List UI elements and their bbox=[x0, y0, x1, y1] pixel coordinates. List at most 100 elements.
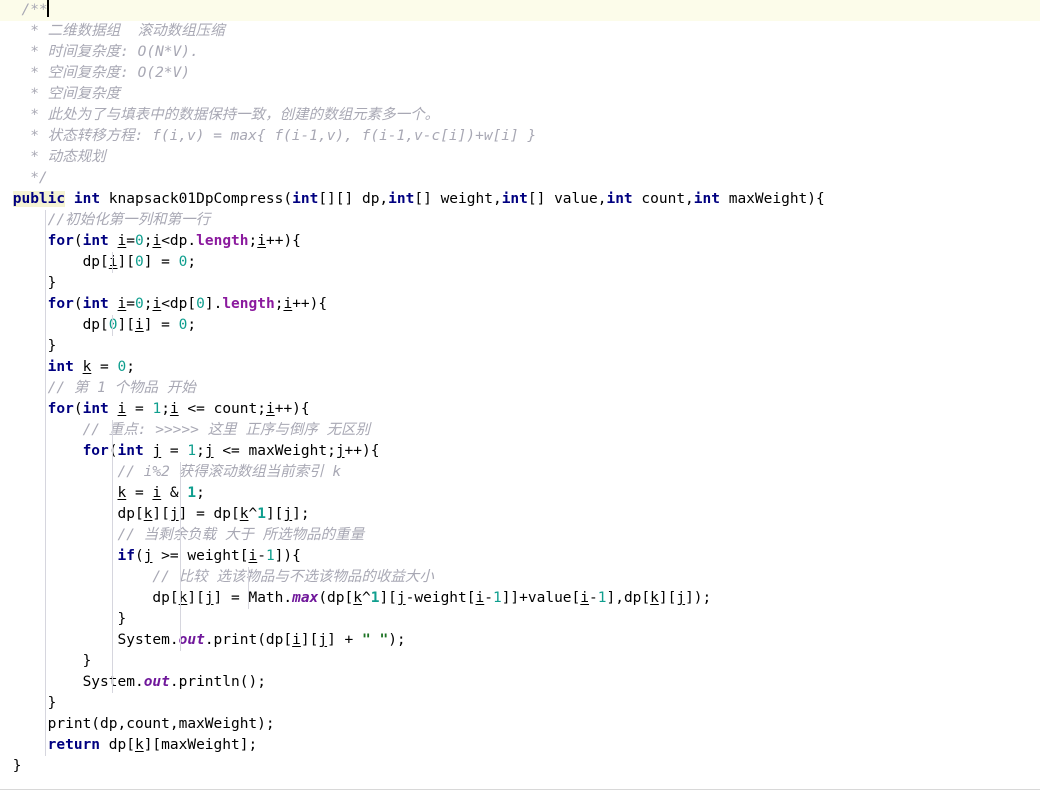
indent-guide bbox=[112, 504, 113, 525]
indent-guide bbox=[45, 210, 46, 231]
code-line[interactable]: for(int i = 1;i <= count;i++){ bbox=[0, 399, 1040, 420]
indent-guide bbox=[45, 567, 46, 588]
code-line[interactable]: * 此处为了与填表中的数据保持一致，创建的数组元素多一个。 bbox=[0, 105, 1040, 126]
code-line[interactable]: // 比较 选该物品与不选该物品的收益大小 bbox=[0, 567, 1040, 588]
indent-guide bbox=[45, 609, 46, 630]
code-line[interactable]: } bbox=[0, 273, 1040, 294]
code-line[interactable]: // i%2 获得滚动数组当前索引 k bbox=[0, 462, 1040, 483]
code-line[interactable]: * 二维数据组 滚动数组压缩 bbox=[0, 21, 1040, 42]
code-line[interactable]: if(j >= weight[i-1]){ bbox=[0, 546, 1040, 567]
indent-guide bbox=[180, 630, 181, 651]
token-comment: * 动态规划 bbox=[4, 149, 106, 165]
indent-guide bbox=[45, 420, 46, 441]
code-line[interactable]: * 状态转移方程: f(i,v) = max{ f(i-1,v), f(i-1,… bbox=[0, 126, 1040, 147]
code-line-method-signature[interactable]: public int knapsack01DpCompress(int[][] … bbox=[0, 189, 1040, 210]
indent-guide bbox=[112, 252, 113, 273]
code-line[interactable]: for(int i=0;i<dp.length;i++){ bbox=[0, 231, 1040, 252]
indent-guide bbox=[180, 588, 181, 609]
indent-guide bbox=[45, 672, 46, 693]
indent-guide bbox=[45, 441, 46, 462]
token-comment: // 当剩余负载 大于 所选物品的重量 bbox=[4, 527, 365, 543]
code-line[interactable]: return dp[k][maxWeight]; bbox=[0, 735, 1040, 756]
indent-guide bbox=[112, 546, 113, 567]
code-line[interactable]: dp[k][j] = dp[k^1][j]; bbox=[0, 504, 1040, 525]
token-method-name: knapsack01DpCompress( bbox=[100, 191, 293, 207]
code-line[interactable]: dp[0][i] = 0; bbox=[0, 315, 1040, 336]
token-keyword-public: public bbox=[12, 191, 66, 207]
code-line[interactable]: * 时间复杂度: O(N*V). bbox=[0, 42, 1040, 63]
token-comment: * 状态转移方程: f(i,v) = max{ f(i-1,v), f(i-1,… bbox=[4, 128, 537, 144]
indent-guide bbox=[112, 462, 113, 483]
token-keyword-for: for bbox=[47, 296, 74, 312]
token-comment: // i%2 获得滚动数组当前索引 k bbox=[4, 464, 342, 480]
code-line[interactable]: * 空间复杂度: O(2*V) bbox=[0, 63, 1040, 84]
code-line[interactable]: print(dp,count,maxWeight); bbox=[0, 714, 1040, 735]
token-string-literal: " " bbox=[361, 632, 389, 648]
code-line[interactable]: //初始化第一列和第一行 bbox=[0, 210, 1040, 231]
token-field-length: length bbox=[196, 233, 249, 249]
code-line[interactable]: int k = 0; bbox=[0, 357, 1040, 378]
token-comment: // 重点: >>>>> 这里 正序与倒序 无区别 bbox=[4, 422, 371, 438]
token-keyword-for: for bbox=[82, 443, 109, 459]
indent-guide bbox=[45, 399, 46, 420]
token-static-field-out: out bbox=[178, 632, 205, 648]
code-line[interactable]: } bbox=[0, 756, 1040, 777]
indent-guide bbox=[45, 588, 46, 609]
token-static-field-out: out bbox=[143, 674, 170, 690]
indent-guide bbox=[45, 462, 46, 483]
code-line[interactable]: dp[k][j] = Math.max(dp[k^1][j-weight[i-1… bbox=[0, 588, 1040, 609]
indent-guide bbox=[112, 483, 113, 504]
code-line[interactable]: // 当剩余负载 大于 所选物品的重量 bbox=[0, 525, 1040, 546]
indent-guide bbox=[180, 609, 181, 630]
token-comment: * 空间复杂度 bbox=[4, 86, 121, 102]
indent-guide bbox=[45, 336, 46, 357]
indent-guide bbox=[45, 357, 46, 378]
token-keyword-for: for bbox=[47, 233, 74, 249]
code-line[interactable]: } bbox=[0, 651, 1040, 672]
code-line[interactable]: dp[i][0] = 0; bbox=[0, 252, 1040, 273]
code-line[interactable]: * 动态规划 bbox=[0, 147, 1040, 168]
indent-guide bbox=[112, 315, 113, 336]
indent-guide bbox=[112, 567, 113, 588]
indent-guide bbox=[180, 483, 181, 504]
indent-guide bbox=[112, 609, 113, 630]
indent-guide bbox=[45, 252, 46, 273]
indent-guide bbox=[248, 567, 249, 588]
indent-guide bbox=[45, 231, 46, 252]
code-line[interactable]: for(int i=0;i<dp[0].length;i++){ bbox=[0, 294, 1040, 315]
code-line[interactable]: for(int j = 1;j <= maxWeight;j++){ bbox=[0, 441, 1040, 462]
indent-guide bbox=[45, 693, 46, 714]
code-line[interactable]: // 第 1 个物品 开始 bbox=[0, 378, 1040, 399]
code-line[interactable]: k = i & 1; bbox=[0, 483, 1040, 504]
indent-guide bbox=[45, 504, 46, 525]
token-comment: * 时间复杂度: O(N*V). bbox=[4, 44, 199, 60]
code-line[interactable]: } bbox=[0, 336, 1040, 357]
code-line[interactable]: } bbox=[0, 609, 1040, 630]
code-line[interactable]: System.out.print(dp[i][j] + " "); bbox=[0, 630, 1040, 651]
indent-guide bbox=[112, 672, 113, 693]
code-line[interactable]: // 重点: >>>>> 这里 正序与倒序 无区别 bbox=[0, 420, 1040, 441]
code-line[interactable]: * 空间复杂度 bbox=[0, 84, 1040, 105]
token-variable-j: j bbox=[152, 443, 162, 459]
token-comment: * 二维数据组 滚动数组压缩 bbox=[4, 23, 225, 39]
token-keyword-return: return bbox=[47, 737, 101, 753]
indent-guide bbox=[45, 546, 46, 567]
indent-guide bbox=[112, 441, 113, 462]
code-line[interactable]: } bbox=[0, 693, 1040, 714]
indent-guide bbox=[180, 546, 181, 567]
indent-guide bbox=[45, 483, 46, 504]
indent-guide bbox=[45, 294, 46, 315]
indent-guide bbox=[45, 315, 46, 336]
code-editor-pane[interactable]: /** * 二维数据组 滚动数组压缩 * 时间复杂度: O(N*V). * 空间… bbox=[0, 0, 1040, 790]
token-comment: // 第 1 个物品 开始 bbox=[4, 380, 196, 396]
indent-guide bbox=[180, 504, 181, 525]
token-keyword-int: int bbox=[73, 191, 101, 207]
code-line[interactable]: /** bbox=[0, 0, 1040, 21]
indent-guide bbox=[112, 525, 113, 546]
code-line[interactable]: System.out.println(); bbox=[0, 672, 1040, 693]
indent-guide bbox=[248, 588, 249, 609]
code-content[interactable]: /** * 二维数据组 滚动数组压缩 * 时间复杂度: O(N*V). * 空间… bbox=[0, 0, 1040, 777]
indent-guide bbox=[180, 462, 181, 483]
code-line[interactable]: */ bbox=[0, 168, 1040, 189]
